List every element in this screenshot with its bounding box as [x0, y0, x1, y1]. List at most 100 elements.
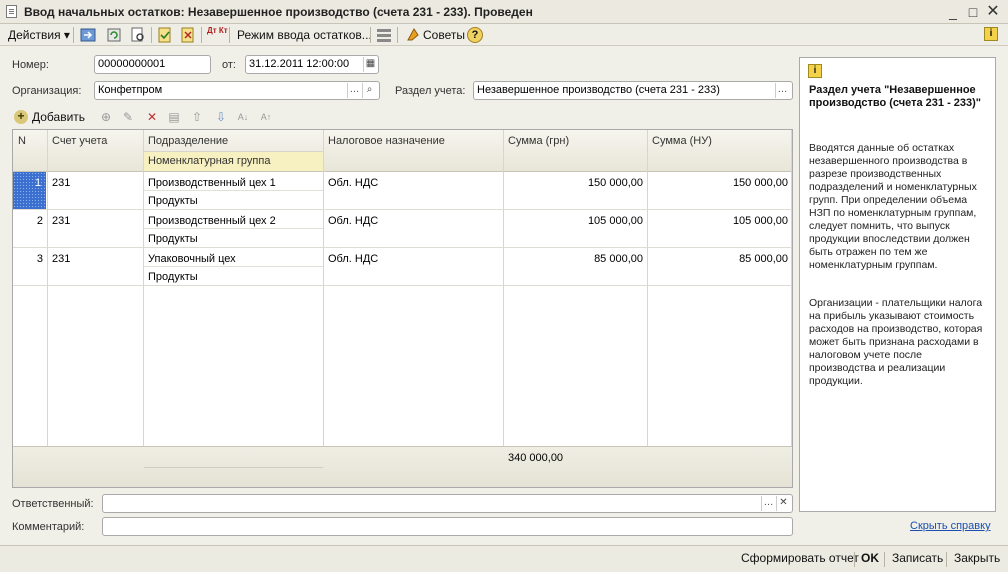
- info-icon[interactable]: i: [984, 27, 998, 41]
- cell-tax[interactable]: Обл. НДС: [328, 253, 378, 265]
- help-title: Раздел учета "Незавершенное производство…: [809, 84, 982, 109]
- post-and-close-icon[interactable]: [80, 27, 96, 43]
- post-icon[interactable]: [157, 27, 173, 43]
- tips-icon[interactable]: [405, 27, 421, 43]
- cell-account[interactable]: 231: [52, 215, 70, 227]
- help-paragraph-1: Вводятся данные об остатках незавершенно…: [809, 142, 977, 271]
- actions-menu[interactable]: Действия ▾: [8, 26, 70, 44]
- title-bar: Ввод начальных остатков: Незавершенное п…: [0, 0, 1008, 24]
- cell-nomgroup[interactable]: Продукты: [148, 271, 198, 283]
- toolbar-separator: [73, 27, 74, 43]
- section-label: Раздел учета:: [395, 85, 466, 97]
- help-panel: i Раздел учета "Незавершенное производст…: [799, 57, 996, 512]
- ok-button[interactable]: OK: [861, 551, 879, 565]
- col-division[interactable]: Подразделение: [148, 135, 228, 147]
- cell-tax[interactable]: Обл. НДС: [328, 215, 378, 227]
- select-button[interactable]: …: [775, 83, 789, 98]
- comment-label: Комментарий:: [12, 521, 85, 533]
- table-row[interactable]: 2 231 Производственный цех 2 Продукты Об…: [13, 210, 792, 248]
- cell-nomgroup[interactable]: Продукты: [148, 233, 198, 245]
- search-doc-icon[interactable]: [130, 27, 146, 43]
- command-separator: [854, 552, 855, 567]
- responsible-field[interactable]: … ✕: [102, 494, 793, 513]
- col-sum[interactable]: Сумма (грн): [508, 135, 569, 147]
- sort-asc-icon[interactable]: A↓: [235, 109, 251, 125]
- cell-sum[interactable]: 150 000,00: [503, 177, 643, 189]
- structure-icon[interactable]: [376, 27, 392, 43]
- org-field[interactable]: Конфетпром … ⌕: [94, 81, 380, 100]
- info-icon: i: [808, 64, 822, 78]
- cell-division[interactable]: Упаковочный цех: [148, 253, 236, 265]
- dt-kt-icon[interactable]: Дт Кт: [207, 26, 228, 44]
- toolbar-separator: [397, 27, 398, 43]
- select-button[interactable]: …: [761, 496, 775, 511]
- write-button[interactable]: Записать: [892, 551, 943, 565]
- add-button[interactable]: + Добавить: [14, 108, 85, 126]
- end-edit-icon[interactable]: ▤: [166, 109, 182, 125]
- command-separator: [946, 552, 947, 567]
- cell-divider: [144, 266, 323, 267]
- command-separator: [884, 552, 885, 567]
- cell-division[interactable]: Производственный цех 2: [148, 215, 276, 227]
- move-down-icon[interactable]: ⇩: [213, 109, 229, 125]
- unpost-icon[interactable]: [180, 27, 196, 43]
- cell-account[interactable]: 231: [52, 253, 70, 265]
- section-field[interactable]: Незавершенное производство (счета 231 - …: [473, 81, 793, 100]
- table-footer: 340 000,00: [13, 446, 792, 487]
- cell-tax[interactable]: Обл. НДС: [328, 177, 378, 189]
- date-field[interactable]: 31.12.2011 12:00:00 ▦: [245, 55, 379, 74]
- clear-icon[interactable]: ✕: [776, 496, 790, 511]
- cell-division[interactable]: Производственный цех 1: [148, 177, 276, 189]
- cell-sum[interactable]: 85 000,00: [503, 253, 643, 265]
- select-button[interactable]: …: [347, 83, 361, 98]
- minimize-icon[interactable]: _: [944, 3, 962, 21]
- bottom-command-bar: Сформировать отчет OK Записать Закрыть: [0, 545, 1008, 572]
- sort-desc-icon[interactable]: A↑: [258, 109, 274, 125]
- col-sum-nu[interactable]: Сумма (НУ): [652, 135, 712, 147]
- edit-icon[interactable]: ✎: [120, 109, 136, 125]
- responsible-label: Ответственный:: [12, 498, 94, 510]
- calendar-icon[interactable]: ▦: [363, 57, 377, 72]
- window-title: Ввод начальных остатков: Незавершенное п…: [24, 5, 533, 19]
- move-up-icon[interactable]: ⇧: [189, 109, 205, 125]
- balances-table[interactable]: N Счет учета Подразделение Номенклатурна…: [12, 129, 793, 488]
- cell-nomgroup[interactable]: Продукты: [148, 195, 198, 207]
- col-n[interactable]: N: [18, 135, 26, 147]
- copy-row-icon[interactable]: ⊕: [98, 109, 114, 125]
- toolbar-separator: [201, 27, 202, 43]
- close-button[interactable]: Закрыть: [954, 551, 1000, 565]
- col-nomgroup[interactable]: Номенклатурная группа: [148, 155, 270, 167]
- comment-field[interactable]: [102, 517, 793, 536]
- help-icon[interactable]: ?: [467, 27, 483, 43]
- cell-sum[interactable]: 105 000,00: [503, 215, 643, 227]
- report-button[interactable]: Сформировать отчет: [741, 551, 859, 565]
- col-tax[interactable]: Налоговое назначение: [328, 135, 445, 147]
- hide-help-link[interactable]: Скрыть справку: [910, 520, 991, 532]
- section-value: Незавершенное производство (счета 231 - …: [477, 84, 720, 96]
- table-row[interactable]: 1 231 Производственный цех 1 Продукты Об…: [13, 172, 792, 210]
- close-icon[interactable]: ✕: [984, 3, 1002, 21]
- col-account[interactable]: Счет учета: [52, 135, 107, 147]
- toolbar: Действия ▾ Дт Кт Режим ввода остатков...…: [0, 24, 1008, 46]
- help-paragraph-2: Организации - плательщики налога на приб…: [809, 297, 983, 387]
- refresh-icon[interactable]: [106, 27, 122, 43]
- input-mode-button[interactable]: Режим ввода остатков...: [237, 26, 372, 44]
- actions-label: Действия: [8, 28, 61, 42]
- tips-button[interactable]: Советы: [423, 26, 465, 44]
- date-value: 31.12.2011 12:00:00: [249, 58, 350, 70]
- search-icon[interactable]: ⌕: [362, 83, 376, 98]
- cell-sum-nu[interactable]: 150 000,00: [647, 177, 788, 189]
- table-header: N Счет учета Подразделение Номенклатурна…: [13, 130, 792, 172]
- org-value: Конфетпром: [98, 84, 163, 96]
- cell-sum-nu[interactable]: 85 000,00: [647, 253, 788, 265]
- cell-account[interactable]: 231: [52, 177, 70, 189]
- number-field[interactable]: 00000000001: [94, 55, 211, 74]
- maximize-icon[interactable]: □: [964, 3, 982, 21]
- cell-sum-nu[interactable]: 105 000,00: [647, 215, 788, 227]
- number-label: Номер:: [12, 59, 49, 71]
- toolbar-separator: [370, 27, 371, 43]
- table-row[interactable]: 3 231 Упаковочный цех Продукты Обл. НДС …: [13, 248, 792, 286]
- toolbar-separator: [151, 27, 152, 43]
- cell-divider: [144, 228, 323, 229]
- delete-icon[interactable]: ✕: [144, 109, 160, 125]
